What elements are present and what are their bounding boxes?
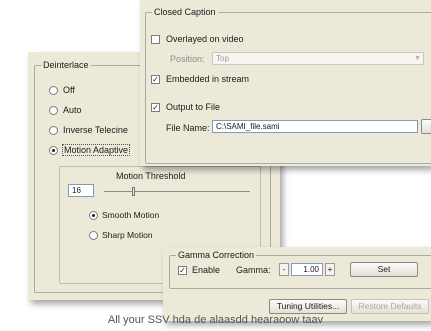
browse-button[interactable] [421,119,431,134]
position-label: Position: [170,54,205,64]
radio-inverse-telecine[interactable] [49,126,58,135]
motion-threshold-slider-track[interactable] [104,191,250,192]
gamma-label: Gamma: [236,265,271,275]
gamma-set-button[interactable]: Set [350,262,418,277]
motion-threshold-title: Motion Threshold [116,171,186,181]
caption-text: All your SSV hda de alaasdd hearaoow taa… [107,314,324,326]
output-to-file-label: Output to File [166,102,221,112]
radio-smooth-motion-label: Smooth Motion [102,210,160,220]
radio-off-label: Off [63,85,75,95]
closed-caption-legend: Closed Caption [152,7,218,17]
radio-sharp-motion[interactable] [89,231,98,240]
position-value: Top [216,54,229,63]
embedded-checkbox[interactable]: ✓ [151,75,160,84]
gamma-legend: Gamma Correction [176,250,257,260]
closed-caption-panel: Closed Caption Overlayed on video Positi… [140,0,431,166]
gamma-enable-checkbox[interactable]: ✓ [178,266,187,275]
embedded-label: Embedded in stream [166,74,250,84]
radio-off[interactable] [49,86,58,95]
tuning-utilities-button[interactable]: Tuning Utilities... [269,299,347,314]
position-dropdown[interactable]: Top ▼ [212,52,424,65]
chevron-down-icon: ▼ [414,55,421,62]
gamma-group: Gamma Correction ✓ Enable Gamma: - 1.00 … [169,250,431,289]
motion-threshold-slider-thumb[interactable] [132,187,136,196]
gamma-enable-label: Enable [192,265,221,275]
file-name-label: File Name: [166,123,210,133]
radio-sharp-motion-label: Sharp Motion [102,230,153,240]
closed-caption-group: Closed Caption Overlayed on video Positi… [145,7,431,164]
overlayed-label: Overlayed on video [166,34,244,44]
radio-auto[interactable] [49,106,58,115]
motion-threshold-value[interactable]: 16 [68,184,94,197]
file-name-input[interactable]: C:\SAMI_file.sami [212,120,418,133]
gamma-value-input[interactable]: 1.00 [291,263,323,276]
gamma-increase-button[interactable]: + [325,263,335,276]
radio-motion-adaptive-label: Motion Adaptive [61,144,131,156]
restore-defaults-button[interactable]: Restore Defaults [351,299,429,314]
output-to-file-checkbox[interactable]: ✓ [151,103,160,112]
radio-inverse-telecine-label: Inverse Telecine [63,125,128,135]
deinterlace-legend: Deinterlace [41,60,91,70]
radio-motion-adaptive[interactable] [49,146,58,155]
radio-auto-label: Auto [63,105,82,115]
radio-smooth-motion[interactable] [89,211,98,220]
gamma-panel: Gamma Correction ✓ Enable Gamma: - 1.00 … [163,247,431,321]
overlayed-checkbox[interactable] [151,35,160,44]
gamma-decrease-button[interactable]: - [279,263,289,276]
